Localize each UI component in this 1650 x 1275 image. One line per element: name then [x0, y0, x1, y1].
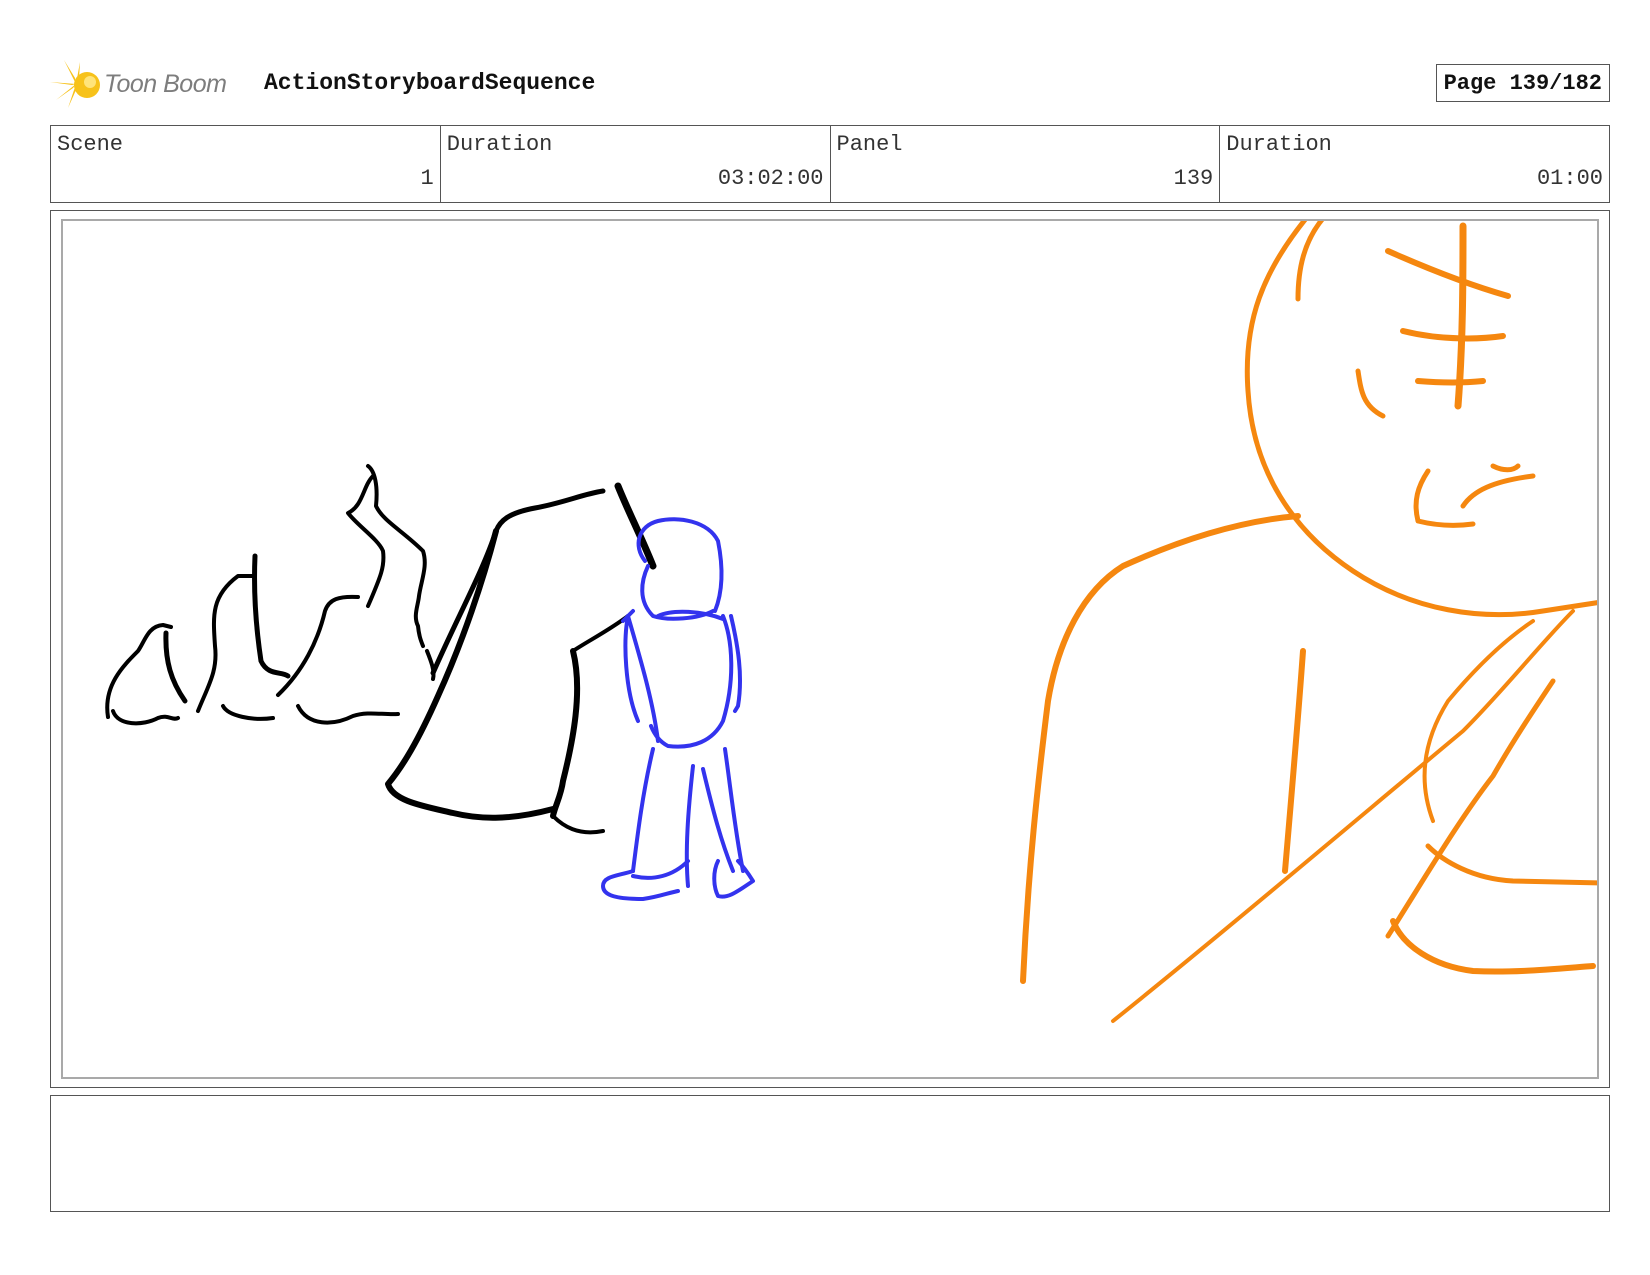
foreground-character-sketch [1020, 221, 1597, 1023]
panel-notes-box[interactable] [50, 1095, 1610, 1212]
panel-sketch [105, 221, 1597, 1023]
panel-duration-cell: Duration 01:00 [1220, 126, 1609, 202]
starburst-icon [50, 60, 100, 108]
astronaut-sketch [601, 517, 755, 901]
scene-label: Scene [57, 132, 124, 157]
page-header: Toon Boom ActionStoryboardSequence Page … [50, 55, 1610, 115]
panel-duration-value: 01:00 [1536, 166, 1603, 191]
scene-info-table: Scene 1 Duration 03:02:00 Panel 139 Dura… [50, 125, 1610, 203]
toon-boom-logo: Toon Boom [50, 57, 227, 111]
panel-cell: Panel 139 [831, 126, 1221, 202]
scene-cell: Scene 1 [51, 126, 441, 202]
panel-value: 139 [1173, 166, 1214, 191]
logo-text: Toon Boom [104, 69, 227, 98]
sequence-title: ActionStoryboardSequence [264, 70, 596, 96]
storyboard-panel-frame [50, 210, 1610, 1088]
panel-duration-label: Duration [1226, 132, 1332, 157]
scene-duration-label: Duration [446, 132, 553, 157]
page-number: Page 139/182 [1435, 64, 1610, 102]
scene-duration-cell: Duration 03:02:00 [441, 126, 831, 202]
scene-duration-value: 03:02:00 [717, 166, 824, 191]
scene-value: 1 [420, 166, 434, 191]
panel-label: Panel [836, 132, 903, 157]
rock-formation-sketch [105, 464, 657, 835]
storyboard-drawing-area [61, 219, 1599, 1079]
